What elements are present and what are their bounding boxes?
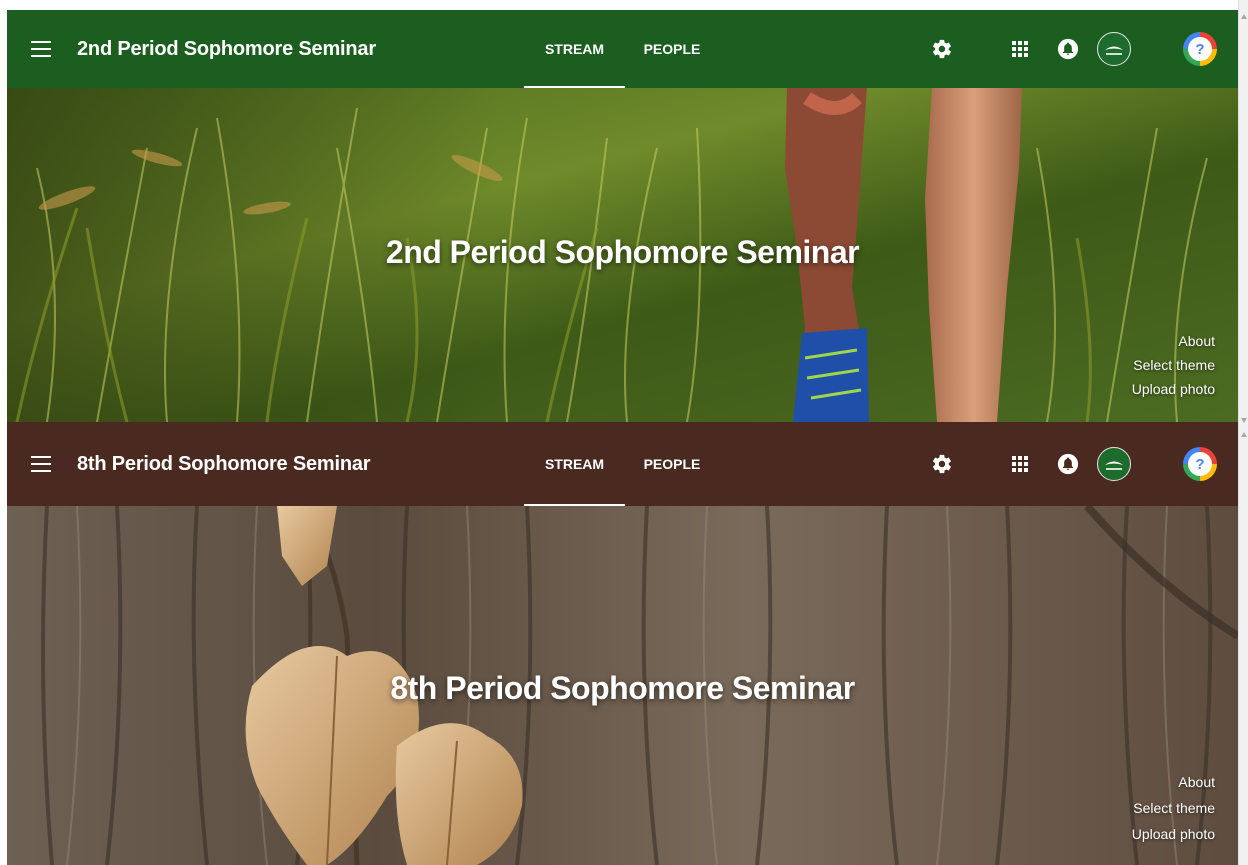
window-left-edge bbox=[0, 0, 7, 865]
school-logo[interactable] bbox=[1097, 32, 1131, 66]
tab-stream[interactable]: STREAM bbox=[524, 10, 625, 88]
class-banner: 2nd Period Sophomore Seminar About Selec… bbox=[7, 88, 1238, 422]
upload-photo-link[interactable]: Upload photo bbox=[1132, 377, 1215, 401]
class-tabs: STREAM PEOPLE bbox=[524, 422, 719, 506]
gear-icon[interactable] bbox=[930, 37, 954, 61]
about-link[interactable]: About bbox=[1132, 329, 1215, 353]
tab-people[interactable]: PEOPLE bbox=[625, 422, 719, 506]
class-title[interactable]: 8th Period Sophomore Seminar bbox=[77, 453, 371, 476]
about-link[interactable]: About bbox=[1132, 769, 1215, 795]
upload-photo-link[interactable]: Upload photo bbox=[1132, 821, 1215, 847]
select-theme-link[interactable]: Select theme bbox=[1132, 795, 1215, 821]
bell-icon[interactable] bbox=[1056, 37, 1080, 61]
scroll-down-arrow-icon[interactable] bbox=[1241, 418, 1247, 423]
tab-stream[interactable]: STREAM bbox=[524, 422, 625, 506]
tab-people[interactable]: PEOPLE bbox=[625, 10, 719, 88]
help-icon[interactable]: ? bbox=[1183, 32, 1217, 66]
class-screenshot-2nd-period: 2nd Period Sophomore Seminar STREAM PEOP… bbox=[7, 10, 1238, 422]
banner-links: About Select theme Upload photo bbox=[1132, 769, 1215, 847]
apps-grid-icon[interactable] bbox=[1009, 38, 1031, 60]
menu-icon[interactable] bbox=[31, 456, 51, 472]
banner-title: 8th Period Sophomore Seminar bbox=[390, 670, 855, 706]
scroll-up-arrow-icon[interactable] bbox=[1241, 14, 1247, 19]
school-logo[interactable] bbox=[1097, 447, 1131, 481]
select-theme-link[interactable]: Select theme bbox=[1132, 353, 1215, 377]
help-glyph: ? bbox=[1188, 452, 1212, 476]
banner-links: About Select theme Upload photo bbox=[1132, 329, 1215, 401]
gear-icon[interactable] bbox=[930, 452, 954, 476]
class-app-bar: 8th Period Sophomore Seminar STREAM PEOP… bbox=[7, 422, 1238, 506]
class-screenshot-8th-period: 8th Period Sophomore Seminar STREAM PEOP… bbox=[7, 422, 1238, 865]
help-icon[interactable]: ? bbox=[1183, 447, 1217, 481]
banner-title: 2nd Period Sophomore Seminar bbox=[385, 234, 860, 270]
scroll-up-arrow-icon[interactable] bbox=[1241, 432, 1247, 437]
class-title[interactable]: 2nd Period Sophomore Seminar bbox=[77, 38, 376, 61]
apps-grid-icon[interactable] bbox=[1009, 453, 1031, 475]
class-banner: 8th Period Sophomore Seminar About Selec… bbox=[7, 506, 1238, 865]
bell-icon[interactable] bbox=[1056, 452, 1080, 476]
menu-icon[interactable] bbox=[31, 41, 51, 57]
class-app-bar: 2nd Period Sophomore Seminar STREAM PEOP… bbox=[7, 10, 1238, 88]
help-glyph: ? bbox=[1188, 37, 1212, 61]
class-tabs: STREAM PEOPLE bbox=[524, 10, 719, 88]
page-scrollbar[interactable] bbox=[1238, 0, 1248, 865]
